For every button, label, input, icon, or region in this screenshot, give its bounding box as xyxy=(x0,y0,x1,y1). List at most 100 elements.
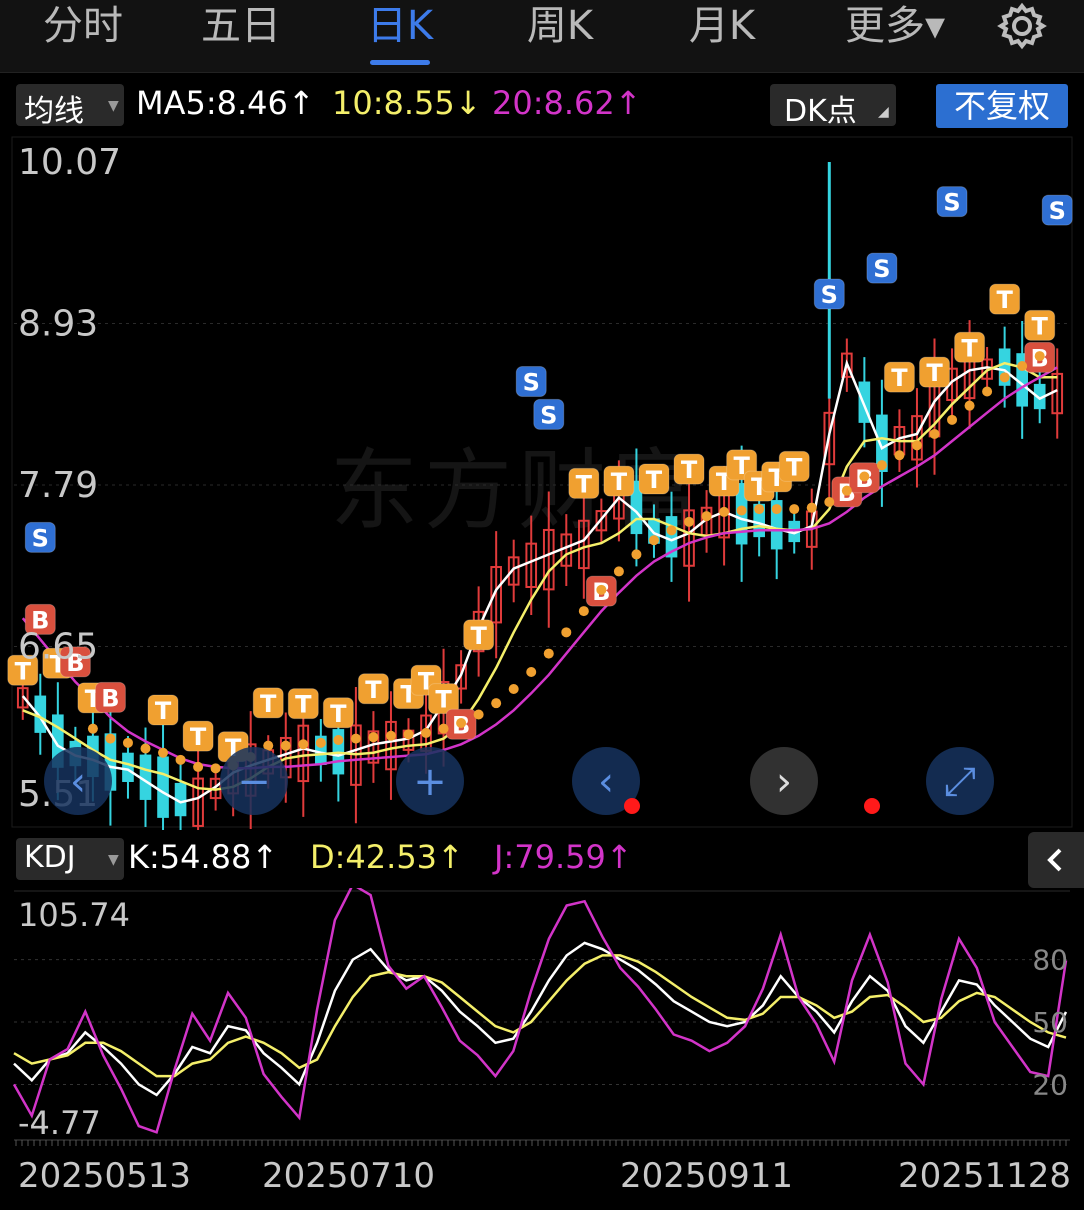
zoom-in-button[interactable]: − xyxy=(220,747,288,815)
signal-marker-letter: T xyxy=(891,364,908,392)
signal-marker-letter: T xyxy=(1032,312,1049,340)
signal-marker-letter: T xyxy=(295,691,312,719)
signal-marker-S: S xyxy=(813,278,845,310)
kdj-legend: KDJ ▼ K:54.88↑ D:42.53↑ J:79.59↑ xyxy=(0,832,1084,888)
signal-dot xyxy=(789,504,800,515)
chevron-left-icon: ‹ xyxy=(598,759,614,805)
signal-marker-T: T xyxy=(778,450,810,482)
j-value: J:79.59↑ xyxy=(494,838,633,876)
signal-dot xyxy=(736,505,747,516)
signal-dot xyxy=(193,761,204,772)
signal-marker-letter: B xyxy=(101,684,119,712)
candlestick-chart[interactable]: TTTTTTTTTTTTTTTTTTTTTTTTTTTTBBBBBBBBSSSS… xyxy=(0,0,1084,830)
kdj-axis-label: 105.74 xyxy=(18,896,130,934)
signal-dot xyxy=(964,400,975,411)
signal-marker-T: T xyxy=(638,463,670,495)
plus-icon: + xyxy=(413,759,447,805)
indicator-selector[interactable]: KDJ ▼ xyxy=(16,838,124,880)
signal-dot xyxy=(210,763,221,774)
candle-body xyxy=(122,752,134,782)
kdj-right-axis-label: 20 xyxy=(1032,1068,1068,1101)
candle-body xyxy=(157,756,169,818)
signal-dot xyxy=(105,733,116,744)
signal-dot xyxy=(648,535,659,546)
signal-dot xyxy=(368,732,379,743)
candle-body xyxy=(139,754,152,800)
price-axis-label: 8.93 xyxy=(18,304,98,345)
signal-marker-letter: S xyxy=(943,189,960,217)
signal-marker-letter: T xyxy=(926,359,943,387)
signal-dot xyxy=(473,709,484,720)
signal-dot xyxy=(578,606,589,617)
kdj-right-axis-label: 80 xyxy=(1032,944,1068,977)
kdj-right-axis-label: 50 xyxy=(1032,1006,1068,1039)
alert-dot xyxy=(864,798,880,814)
price-axis-label: 7.79 xyxy=(18,465,98,506)
signal-dot xyxy=(350,733,361,744)
k-value: K:54.88↑ xyxy=(128,838,279,876)
signal-dot xyxy=(333,735,344,745)
signal-marker-T: T xyxy=(954,331,986,363)
minus-icon: − xyxy=(237,759,271,805)
signal-dot xyxy=(1034,351,1045,362)
signal-marker-letter: S xyxy=(523,369,540,397)
signal-dot xyxy=(438,723,449,734)
signal-marker-S: S xyxy=(24,521,56,553)
signal-marker-T: T xyxy=(568,467,600,499)
signal-dot xyxy=(561,627,572,638)
signal-dot xyxy=(666,525,677,536)
signal-dot xyxy=(824,497,835,507)
signal-marker-letter: T xyxy=(576,470,593,498)
scroll-right-button[interactable]: › xyxy=(750,747,818,815)
signal-dot xyxy=(1017,361,1028,371)
signal-dot xyxy=(999,372,1010,383)
signal-marker-S: S xyxy=(936,186,968,218)
signal-marker-letter: S xyxy=(1049,197,1066,225)
indicator-selector-label: KDJ xyxy=(24,840,76,875)
kdj-line-D xyxy=(13,954,1067,1078)
zoom-out-button[interactable]: ‹ xyxy=(44,747,112,815)
signal-marker-letter: S xyxy=(540,401,557,429)
signal-marker-letter: T xyxy=(961,334,978,362)
signal-marker-letter: T xyxy=(996,286,1013,314)
add-button[interactable]: + xyxy=(396,747,464,815)
signal-dot xyxy=(719,506,730,517)
signal-dot xyxy=(315,737,326,748)
signal-marker-letter: S xyxy=(821,281,838,309)
signal-dot xyxy=(754,504,765,515)
signal-dot xyxy=(859,471,870,482)
signal-dot xyxy=(456,718,467,728)
price-axis-label: 6.65 xyxy=(18,627,98,668)
x-tick-label: 20250513 xyxy=(18,1156,192,1196)
price-axis-label: 10.07 xyxy=(18,142,121,183)
signal-dot xyxy=(701,511,712,522)
signal-marker-letter: S xyxy=(873,255,890,283)
signal-dot xyxy=(631,549,642,560)
signal-marker-letter: T xyxy=(786,453,803,481)
signal-dot xyxy=(526,667,537,677)
chevron-down-icon: ▼ xyxy=(108,852,119,868)
collapse-panel-button[interactable] xyxy=(1028,832,1084,888)
signal-dot xyxy=(508,684,519,694)
fullscreen-button[interactable]: ⤢ xyxy=(926,747,994,815)
signal-marker-T: T xyxy=(182,720,214,752)
signal-marker-T: T xyxy=(919,356,950,388)
signal-dot xyxy=(385,730,396,741)
signal-dot xyxy=(684,516,695,527)
chevron-right-icon: › xyxy=(776,759,792,805)
signal-marker-T: T xyxy=(147,694,179,726)
x-tick-label: 20250911 xyxy=(620,1156,794,1196)
signal-marker-T: T xyxy=(252,687,284,719)
kdj-chart[interactable]: 105.74 -4.77 80 50 20 xyxy=(0,888,1084,1150)
signal-dot xyxy=(947,414,958,425)
signal-dot xyxy=(543,648,554,659)
signal-dot xyxy=(122,737,133,748)
signal-marker-letter: T xyxy=(470,622,487,650)
signal-marker-letter: S xyxy=(32,524,49,552)
signal-marker-letter: T xyxy=(155,697,172,725)
minus-icon: ‹ xyxy=(70,759,86,805)
signal-marker-S: S xyxy=(866,252,898,284)
signal-marker-T: T xyxy=(603,465,635,497)
signal-marker-letter: T xyxy=(190,723,207,751)
signal-dot xyxy=(771,504,782,515)
